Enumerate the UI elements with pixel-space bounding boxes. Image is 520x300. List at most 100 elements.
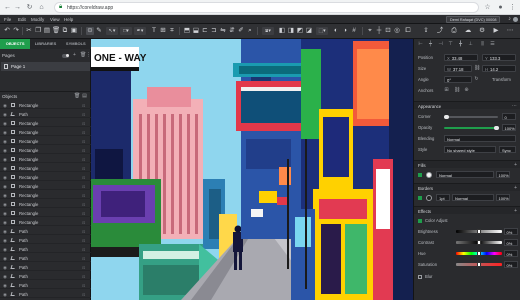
visibility-icon[interactable]: ◉	[3, 175, 7, 181]
visibility-icon[interactable]: ◉	[3, 130, 7, 136]
arrange-group[interactable]: ⧈▾	[262, 27, 274, 35]
link-icon[interactable]: ⛓	[474, 66, 480, 71]
opacity-value[interactable]: 100%	[502, 124, 516, 131]
object-row[interactable]: ◉ Rectangle ⊡	[0, 119, 91, 127]
object-row[interactable]: ◉ Path ⊡	[0, 254, 91, 262]
lock-icon[interactable]: ⊡	[82, 103, 85, 108]
blend-icon[interactable]: ◑	[341, 27, 349, 35]
preview-icon[interactable]: ▶	[492, 27, 500, 35]
object-row[interactable]: ◉ Path ⊡	[0, 281, 91, 289]
page-item[interactable]: Page 1	[1, 62, 90, 71]
boolean-group[interactable]: ⬚▾	[316, 27, 328, 35]
position-y-input[interactable]: Y 133.3	[482, 54, 516, 61]
union-icon[interactable]: ◧	[278, 27, 286, 35]
object-row[interactable]: ◉ Rectangle ⊡	[0, 191, 91, 199]
contrast-value[interactable]: 0%	[504, 239, 518, 246]
zoom-icon[interactable]: ⌕	[246, 27, 254, 35]
borders-section[interactable]: Borders +	[414, 183, 520, 191]
object-row[interactable]: ◉ Rectangle ⊡	[0, 209, 91, 217]
align-left-icon[interactable]: ⊏	[201, 27, 209, 35]
distribute-h-icon[interactable]: ⫼	[480, 42, 485, 47]
menu-file[interactable]: File	[4, 17, 11, 22]
star-icon[interactable]: ☆	[484, 4, 491, 11]
border-swatch[interactable]	[426, 194, 432, 201]
lock-icon[interactable]: ⊡	[82, 157, 85, 162]
duplicate-icon[interactable]: ⧉	[61, 27, 69, 35]
menu-view[interactable]: View	[50, 17, 60, 22]
delete-icon[interactable]: 🗑︎	[52, 27, 60, 35]
eyedropper-icon[interactable]: ✐	[237, 27, 245, 35]
tab-objects[interactable]: OBJECTS	[0, 39, 31, 49]
back-icon[interactable]: ←	[4, 4, 11, 11]
lock-icon[interactable]: ⊡	[82, 229, 85, 234]
user-account-box[interactable]: Demi Rafaqat (DVC) 00008	[446, 16, 500, 23]
visibility-icon[interactable]: ◉	[3, 265, 7, 271]
mask-icon[interactable]: ◐	[332, 27, 340, 35]
object-row[interactable]: ◉ Path ⊡	[0, 245, 91, 253]
add-effect-icon[interactable]: +	[514, 208, 517, 214]
border-opacity[interactable]: 100%	[496, 194, 510, 201]
object-row[interactable]: ◉ Rectangle ⊡	[0, 101, 91, 109]
effects-section[interactable]: Effects +	[414, 206, 520, 214]
visibility-icon[interactable]: ◉	[3, 274, 7, 280]
add-layer-icon[interactable]: ▤	[82, 94, 87, 99]
flip-h-icon[interactable]: ⇋	[219, 27, 227, 35]
angle-input[interactable]: 0°	[444, 76, 472, 83]
align-bottom-icon[interactable]: ⊥	[468, 42, 473, 47]
delete-page-icon[interactable]: 🗑︎	[80, 53, 86, 58]
design-canvas[interactable]: ONE - WAY	[91, 39, 413, 300]
lock-icon[interactable]: ⊡	[82, 112, 85, 117]
visibility-icon[interactable]: ◉	[3, 157, 7, 163]
lock-icon[interactable]: ⊡	[82, 184, 85, 189]
forward-icon[interactable]: →	[14, 4, 21, 11]
lock-icon[interactable]: ⊡	[82, 274, 85, 279]
fill-mode-select[interactable]: Normal	[436, 171, 494, 178]
appearance-menu-icon[interactable]: ⋯	[512, 103, 517, 109]
object-row[interactable]: ◉ Path ⊡	[0, 272, 91, 280]
visibility-icon[interactable]: ◉	[3, 283, 7, 289]
lock-icon[interactable]: ⊡	[82, 220, 85, 225]
frame-icon[interactable]: ⧠	[404, 27, 412, 35]
lock-icon[interactable]: ⊡	[82, 202, 85, 207]
lock-icon[interactable]: ⊡	[82, 211, 85, 216]
fill-swatch[interactable]	[426, 171, 432, 178]
lock-icon[interactable]: ⊡	[82, 265, 85, 270]
paste-icon[interactable]: ▤	[43, 27, 51, 35]
fill-opacity[interactable]: 100%	[496, 171, 510, 178]
object-row[interactable]: ◉ Path ⊡	[0, 290, 91, 298]
hue-value[interactable]: 0%	[504, 250, 518, 257]
object-row[interactable]: ◉ Rectangle ⊡	[0, 164, 91, 172]
settings-icon[interactable]: ⚙	[478, 27, 486, 35]
visibility-icon[interactable]: ◉	[3, 184, 7, 190]
fill-checkbox[interactable]	[418, 172, 422, 177]
lock-icon[interactable]: ⊡	[82, 283, 85, 288]
object-row[interactable]: ◉ Rectangle ⊡	[0, 200, 91, 208]
lock-icon[interactable]: ⊡	[82, 166, 85, 171]
object-row[interactable]: ◉ Rectangle ⊡	[0, 173, 91, 181]
blending-select[interactable]: Normal	[444, 135, 516, 142]
anchor-grid-icon[interactable]: ⊞	[444, 88, 449, 93]
visibility-icon[interactable]: ◉	[3, 103, 7, 109]
align-top-icon[interactable]: ⊤	[448, 42, 453, 47]
tab-libraries[interactable]: LIBRARIES	[30, 39, 60, 49]
brightness-value[interactable]: 0%	[504, 228, 518, 235]
more-icon[interactable]: ⋯	[506, 27, 514, 35]
lock-icon[interactable]: ⊡	[82, 130, 85, 135]
lock-icon[interactable]: ⊡	[384, 27, 392, 35]
object-row[interactable]: ◉ Rectangle ⊡	[0, 146, 91, 154]
position-x-input[interactable]: X 33.48	[444, 54, 478, 61]
border-checkbox[interactable]	[418, 195, 422, 200]
bring-front-icon[interactable]: ⬒	[183, 27, 191, 35]
subtract-icon[interactable]: ◨	[287, 27, 295, 35]
align-center-icon[interactable]: ⊐	[210, 27, 218, 35]
add-fill-icon[interactable]: +	[514, 162, 517, 168]
anchor-link-icon[interactable]: ⛓	[454, 88, 460, 93]
pen-tool-group[interactable]: ✒▾	[134, 27, 146, 35]
reload-icon[interactable]: ↻	[26, 4, 33, 11]
browser-menu-icon[interactable]: ⋮	[509, 3, 516, 11]
exclude-icon[interactable]: ◪	[305, 27, 313, 35]
align-hcenter-icon[interactable]: ┿	[428, 42, 433, 47]
undo-icon[interactable]: ↶	[3, 27, 11, 35]
corner-value[interactable]: 0	[502, 113, 516, 120]
visibility-icon[interactable]: ◉	[3, 238, 7, 244]
